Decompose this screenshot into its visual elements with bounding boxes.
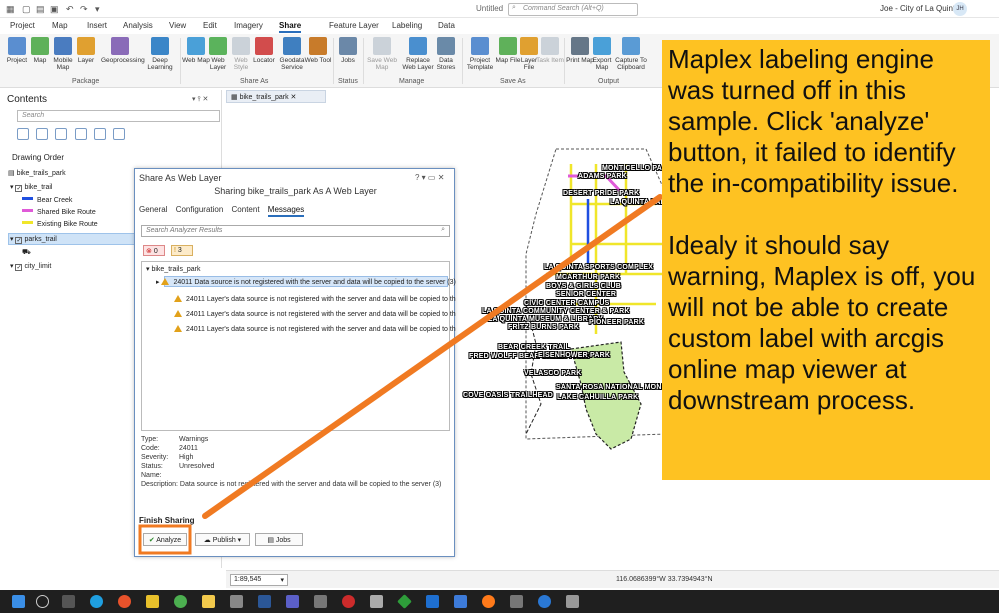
app-icon[interactable] <box>566 595 579 608</box>
opera-icon[interactable] <box>342 595 355 608</box>
edge-browser-icon[interactable] <box>90 595 103 608</box>
folder-icon[interactable] <box>202 595 215 608</box>
callout-paragraph-1: Maplex labeling engine was turned off in… <box>668 44 959 198</box>
windows-start-icon[interactable] <box>12 595 25 608</box>
task-view-icon[interactable] <box>62 595 75 608</box>
app-icon[interactable] <box>454 595 467 608</box>
chrome-icon[interactable] <box>174 595 187 608</box>
annotation-arrow-line <box>202 194 663 519</box>
firefox-icon[interactable] <box>482 595 495 608</box>
app-icon[interactable] <box>258 595 271 608</box>
annotation-callout: Maplex labeling engine was turned off in… <box>662 40 990 480</box>
app-icon[interactable] <box>397 594 412 609</box>
search-icon[interactable] <box>36 595 49 608</box>
arcgis-pro-icon[interactable] <box>538 595 551 608</box>
outlook-icon[interactable] <box>426 595 439 608</box>
file-explorer-icon[interactable] <box>146 595 159 608</box>
teams-icon[interactable] <box>286 595 299 608</box>
app-icon[interactable] <box>370 595 383 608</box>
annotation-highlight-box <box>138 524 192 555</box>
callout-paragraph-2: Idealy it should say warning, Maplex is … <box>668 230 976 415</box>
app-icon[interactable] <box>314 595 327 608</box>
app-icon[interactable] <box>510 595 523 608</box>
windows-taskbar <box>0 590 999 613</box>
app-icon[interactable] <box>118 595 131 608</box>
app-icon[interactable] <box>230 595 243 608</box>
